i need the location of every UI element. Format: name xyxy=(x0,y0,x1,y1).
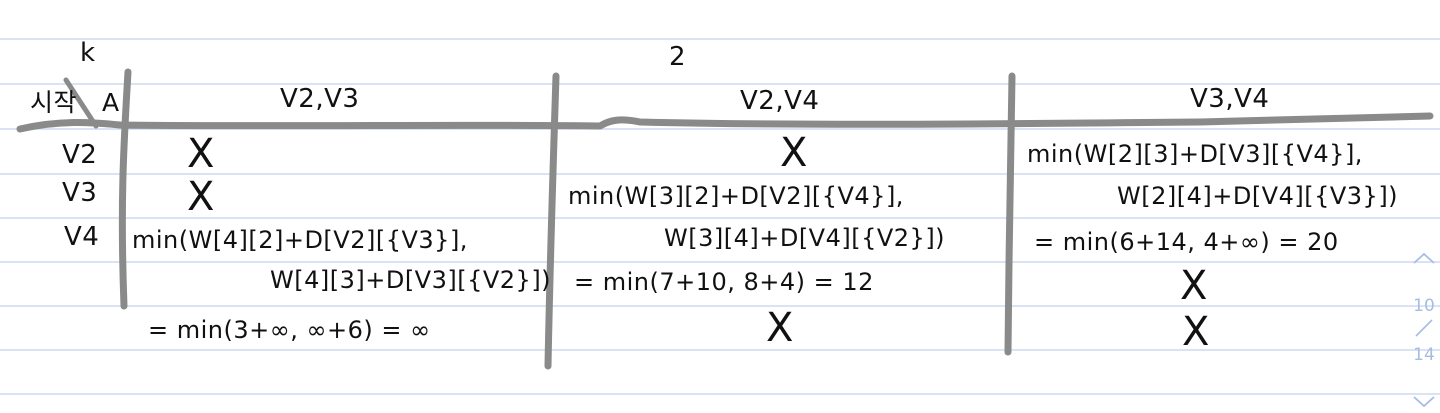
page-separator-icon xyxy=(1415,319,1433,337)
column-rule-2 xyxy=(544,72,560,370)
first-column-rule xyxy=(118,68,132,310)
column-header-1: V2,V3 xyxy=(280,84,360,114)
cell-c1-v4-line3: = min(3+∞, ∞+6) = ∞ xyxy=(148,316,431,344)
page-down-icon[interactable] xyxy=(1411,394,1437,410)
row-label-v2: V2 xyxy=(62,140,98,170)
corner-k-label: k xyxy=(80,38,96,68)
cell-c2-v4-cross: X xyxy=(766,305,794,351)
corner-i-label: 시작 xyxy=(30,88,78,117)
header-rule xyxy=(16,112,1434,133)
page-indicator: 10 14 xyxy=(1404,248,1440,413)
corner-a-label: A xyxy=(102,88,120,117)
cell-c1-v2-cross: X xyxy=(187,131,215,177)
cell-c3-v2-line2: W[2][4]+D[V4][{V3}]) xyxy=(1117,182,1399,210)
total-page-number: 14 xyxy=(1413,345,1435,365)
row-label-v3: V3 xyxy=(62,178,98,208)
cell-c1-v4-line2: W[4][3]+D[V3][{V2}]) xyxy=(270,266,552,294)
column-header-3: V3,V4 xyxy=(1190,84,1270,114)
column-rule-3 xyxy=(1004,72,1016,356)
cell-c3-v4-cross: X xyxy=(1182,309,1210,355)
cell-c2-v3-line3: = min(7+10, 8+4) = 12 xyxy=(574,268,874,296)
cell-c1-v4-line1: min(W[4][2]+D[V2][{V3}], xyxy=(132,226,468,254)
row-label-v4: V4 xyxy=(64,222,100,252)
note-page: k 2 시작 A V2,V3 V2,V4 V3,V4 V2 V3 V4 X X … xyxy=(0,0,1440,413)
current-page-number: 10 xyxy=(1413,296,1435,316)
cell-c2-v3-line1: min(W[3][2]+D[V2][{V4}], xyxy=(568,182,904,210)
cell-c2-v2-cross: X xyxy=(780,130,808,176)
cell-c3-v2-line1: min(W[2][3]+D[V3][{V4}], xyxy=(1027,140,1363,168)
cell-c3-v3-cross: X xyxy=(1180,263,1208,309)
cell-c1-v3-cross: X xyxy=(187,174,215,220)
page-up-icon[interactable] xyxy=(1411,250,1437,266)
column-header-2: V2,V4 xyxy=(740,86,820,116)
header-number: 2 xyxy=(669,42,687,72)
cell-c3-v2-line3: = min(6+14, 4+∞) = 20 xyxy=(1034,228,1339,256)
cell-c2-v3-line2: W[3][4]+D[V4][{V2}]) xyxy=(664,224,946,252)
